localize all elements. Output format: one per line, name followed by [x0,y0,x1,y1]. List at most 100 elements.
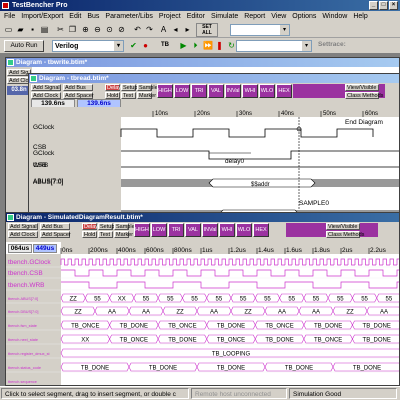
menu-item-simulate[interactable]: Simulate [211,11,238,22]
close-button[interactable]: × [389,1,398,10]
text-button[interactable]: Text [98,231,113,238]
copy-icon[interactable]: ❐ [67,24,78,35]
hold-button[interactable]: Hold [105,92,120,99]
font-icon[interactable]: A [158,24,169,35]
zoom-in-icon[interactable]: ⊕ [80,24,91,35]
menu-item-edit[interactable]: Edit [69,11,81,22]
state-low-button[interactable]: LOW [151,223,167,237]
state-hex-button[interactable]: HEX [253,223,269,237]
state-inval-button[interactable]: INVal [202,223,218,237]
add-bus-button[interactable]: Add Bus [40,223,70,230]
tb-sim-button[interactable]: TB [154,40,176,52]
view-visible-button[interactable]: View/Visible [345,84,379,91]
diagram-title-bar: Diagram - tbread.btim* [29,74,399,83]
minimize-button[interactable]: _ [369,1,378,10]
state-inval-button[interactable]: INVal [225,84,241,98]
pause-icon[interactable]: ❚ [214,40,225,51]
marker-button[interactable]: Marker [114,231,133,238]
add-signal-button[interactable]: Add Signal [8,223,38,230]
tbread-waveform[interactable]: 10ns 20ns 30ns 40ns 50ns 60ns End Diagram GCloc… [29,107,400,229]
save-icon[interactable]: ▪ [27,24,38,35]
maximize-button[interactable]: □ [379,1,388,10]
sweep-select[interactable]: ▾ [236,40,312,52]
set-all-button[interactable]: SET ALL [196,23,218,37]
auto-run-button[interactable]: Auto Run [4,40,44,52]
delay-button[interactable]: Delay [105,84,121,91]
redo-icon[interactable]: ↷ [144,24,155,35]
compile-icon[interactable]: ✔ [128,40,139,51]
end-diagram-label: End Diagram [345,119,383,126]
add-clock-button[interactable]: Add Clock [8,231,38,238]
marker-button[interactable]: Marker [137,92,156,99]
sub-signal-name: ABUS[7:0] [33,178,64,185]
menu-item-help[interactable]: Help [353,11,367,22]
open-folder-icon[interactable]: ▰ [15,24,26,35]
menu-item-parameter-libs[interactable]: Parameter/Libs [105,11,152,22]
bus-value: TB_DONE [217,366,245,372]
zoom-range-icon[interactable]: ⊘ [116,24,127,35]
hold-button[interactable]: Hold [82,231,97,238]
class-methods-button[interactable]: Class Methods [326,231,364,238]
text-button[interactable]: Text [121,92,136,99]
ruler-tick-label: 10ns [155,111,168,117]
delay-button[interactable]: Delay [82,223,98,230]
menu-item-project[interactable]: Project [159,11,181,22]
step-icon[interactable]: ⏵ [190,40,201,51]
setup-button[interactable]: Setup [98,223,114,230]
bus-value: TB_DONE [353,366,381,372]
diagram-window-simulated[interactable]: Diagram - SimulatedDiagramResult.btim* A… [5,212,400,386]
sample-button[interactable]: Sample [114,223,135,230]
ruler-tick-label: 1.6us [286,247,303,254]
bus-value: TB_DONE [217,324,245,330]
new-file-icon[interactable]: ▭ [3,24,14,35]
simulation-waveform[interactable]: 0ns 200ns 400ns 600ns 800ns 1us 1.2us 1.4us 1.6u… [6,242,400,386]
state-whi-button[interactable]: WHI [242,84,258,98]
language-select[interactable]: Verilog ▾ [52,40,124,52]
zoom-out-icon[interactable]: ⊖ [92,24,103,35]
ruler-tick-label: 50ns [323,111,336,117]
add-spacer-button[interactable]: Add Spacer [63,92,94,99]
menu-item-editor[interactable]: Editor [187,11,205,22]
toolbar-combo[interactable]: ▾ [230,24,290,36]
menu-item-import-export[interactable]: Import/Export [21,11,63,22]
stop-icon[interactable]: ● [140,40,151,51]
diagram-icon [7,59,14,66]
state-val-button[interactable]: VAL [185,223,201,237]
menu-item-options[interactable]: Options [292,11,316,22]
add-spacer-button[interactable]: Add Spacer [40,231,71,238]
state-whi-button[interactable]: WHI [219,223,235,237]
add-bus-button[interactable]: Add Bus [63,84,93,91]
add-clock-button[interactable]: Add Clock [31,92,61,99]
run-all-icon[interactable]: ⏩ [202,40,213,51]
menu-item-bus[interactable]: Bus [87,11,99,22]
play-icon[interactable]: ▶ [178,40,189,51]
main-toolbar: ▭ ▰ ▪ ▤ ✂ ❐ ⊕ ⊖ ⊙ ⊘ ↶ ↷ A ◂ ▸ SET ALL ▾ [0,22,400,38]
set-all-label: SET ALL [202,24,212,36]
menu-item-report[interactable]: Report [244,11,265,22]
undo-icon[interactable]: ↶ [132,24,143,35]
state-high-button[interactable]: HIGH [134,223,150,237]
state-tri-button[interactable]: TRI [168,223,184,237]
state-hex-button[interactable]: HEX [276,84,292,98]
bus-value: AA [380,310,388,316]
menu-item-window[interactable]: Window [322,11,347,22]
state-val-button[interactable]: VAL [208,84,224,98]
state-low-button[interactable]: LOW [174,84,190,98]
view-visible-button[interactable]: View/Visible [326,223,360,230]
sample-button[interactable]: Sample [137,84,158,91]
print-icon[interactable]: ▤ [39,24,50,35]
state-high-button[interactable]: HIGH [157,84,173,98]
diagram-window-tbread[interactable]: Diagram - tbread.btim* Add Signal Add Bu… [28,73,400,229]
menu-item-file[interactable]: File [4,11,15,22]
arrow-left-icon[interactable]: ◂ [170,24,181,35]
class-methods-button[interactable]: Class Methods [345,92,383,99]
setup-button[interactable]: Setup [121,84,137,91]
zoom-fit-icon[interactable]: ⊙ [104,24,115,35]
arrow-right-icon[interactable]: ▸ [182,24,193,35]
state-wlo-button[interactable]: WLO [236,223,252,237]
state-tri-button[interactable]: TRI [191,84,207,98]
cut-icon[interactable]: ✂ [55,24,66,35]
add-signal-button[interactable]: Add Signal [31,84,61,91]
menu-item-view[interactable]: View [271,11,286,22]
state-wlo-button[interactable]: WLO [259,84,275,98]
